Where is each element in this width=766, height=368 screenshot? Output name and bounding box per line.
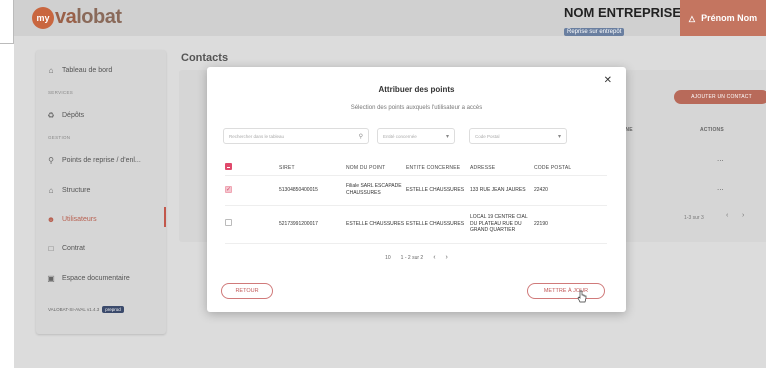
sidebar-item-label: Espace documentaire	[62, 275, 130, 282]
window-corner	[0, 0, 14, 44]
assign-points-modal: ✕ Attribuer des points Sélection des poi…	[207, 67, 626, 312]
user-icon: △	[688, 13, 696, 23]
cell-nom: Filiale SARL ESCAPADE CHAUSSURES	[346, 175, 406, 206]
home-icon: ⌂	[48, 66, 54, 75]
postal-code-select[interactable]: Code Postal ▾	[469, 128, 567, 144]
logo-text-a: va	[55, 6, 77, 28]
logo-text-b: lobat	[76, 6, 122, 28]
company-name: NOM ENTREPRISE	[564, 5, 682, 20]
logo-badge: my	[32, 6, 54, 29]
row-actions-button[interactable]: ...	[717, 183, 724, 192]
sidebar-item-label: Structure	[62, 187, 91, 194]
logo-text: valobat	[55, 6, 122, 29]
sidebar-item-points[interactable]: ⚲ Points de reprise / d'enl...	[46, 156, 141, 165]
select-all-checkbox[interactable]	[225, 163, 232, 171]
add-contact-button[interactable]: AJOUTER UN CONTACT	[674, 90, 766, 104]
active-indicator	[164, 207, 166, 227]
page-size-select[interactable]: 10	[385, 255, 391, 261]
chevron-down-icon: ▾	[557, 133, 561, 140]
location-pin-icon: ⚲	[48, 156, 54, 165]
row-checkbox[interactable]	[225, 219, 232, 227]
sidebar-section-gestion: GESTION	[48, 135, 71, 140]
row-checkbox[interactable]: ✓	[225, 186, 232, 194]
select-cell: ✓	[225, 175, 279, 206]
pager-prev-icon[interactable]: ‹	[726, 212, 728, 219]
app-frame: my valobat NOM ENTREPRISE Reprise sur en…	[14, 0, 766, 368]
sidebar-item-structure[interactable]: ⌂ Structure	[46, 186, 91, 195]
users-icon: ☻	[46, 215, 56, 224]
chevron-down-icon: ▾	[445, 133, 449, 140]
company-block: NOM ENTREPRISE Reprise sur entrepôt	[564, 5, 681, 38]
column-header-siret: SIRET	[279, 161, 346, 176]
pager-prev-icon[interactable]: ‹	[433, 254, 435, 261]
hand-cursor-icon	[577, 290, 587, 303]
cell-adresse: 133 RUE JEAN JAURES	[470, 175, 534, 206]
page-title: Contacts	[181, 52, 229, 64]
sidebar-item-dashboard[interactable]: ⌂ Tableau de bord	[46, 66, 113, 75]
sidebar: ⌂ Tableau de bord SERVICES ♻ Dépôts GEST…	[36, 50, 166, 334]
user-name: Prénom Nom	[701, 13, 758, 23]
app-logo[interactable]: my valobat	[32, 6, 122, 29]
modal-subtitle: Sélection des points auxquels l'utilisat…	[350, 105, 483, 111]
sidebar-item-label: Tableau de bord	[62, 67, 113, 74]
modal-title: Attribuer des points	[378, 85, 455, 94]
search-placeholder: Rechercher dans le tableau	[229, 133, 285, 139]
select-all-cell	[225, 161, 279, 176]
pager-range: 1 - 2 sur 2	[400, 254, 424, 261]
search-icon: ⚲	[358, 133, 363, 140]
sidebar-item-contract[interactable]: □ Contrat	[46, 244, 85, 253]
version-text: VALOBAT-SI-AVAL v1.4.3	[48, 307, 100, 312]
table-header-row: SIRET NOM DU POINT ENTITE CONCERNEE ADRE…	[225, 161, 607, 176]
table-row[interactable]: 52173991200017 ESTELLE CHAUSSURES ESTELL…	[225, 205, 607, 244]
sidebar-item-users[interactable]: ☻ Utilisateurs	[46, 215, 97, 224]
cell-entite: ESTELLE CHAUSSURES	[406, 175, 470, 206]
top-header: my valobat NOM ENTREPRISE Reprise sur en…	[14, 0, 766, 36]
env-badge: preprod	[102, 306, 124, 313]
contract-icon: □	[48, 244, 54, 253]
app-version: VALOBAT-SI-AVAL v1.4.3 preprod	[48, 306, 124, 313]
recycle-icon: ♻	[47, 111, 55, 120]
pager-next-icon[interactable]: ›	[742, 212, 744, 219]
column-header-cp: CODE POSTAL	[534, 161, 607, 176]
column-header-adresse: ADRESSE	[470, 161, 534, 176]
select-cell	[225, 205, 279, 244]
cell-siret: 51304850400015	[279, 175, 346, 206]
structure-icon: ⌂	[48, 186, 54, 195]
cell-adresse: LOCAL 19 CENTRE CIAL DU PLATEAU RUE DU G…	[470, 205, 534, 244]
entity-select[interactable]: Entité concernée ▾	[377, 128, 455, 144]
column-header-actions: ACTIONS	[700, 127, 724, 133]
user-menu-button[interactable]: △ Prénom Nom	[680, 0, 766, 36]
cell-cp: 22190	[534, 205, 607, 244]
sidebar-item-label: Contrat	[62, 245, 85, 252]
company-mode-badge: Reprise sur entrepôt	[564, 28, 625, 36]
column-header-entite: ENTITE CONCERNEE	[406, 161, 470, 176]
modal-pager: 10 1 - 2 sur 2 ‹ ›	[207, 254, 626, 261]
contacts-pager-text: 1-3 sur 3	[684, 215, 704, 221]
sidebar-item-depots[interactable]: ♻ Dépôts	[46, 111, 84, 120]
cell-nom: ESTELLE CHAUSSURES	[346, 205, 406, 244]
update-button[interactable]: METTRE À JOUR	[527, 283, 605, 299]
sidebar-item-documents[interactable]: ▣ Espace documentaire	[46, 274, 130, 283]
sidebar-item-label: Dépôts	[62, 112, 85, 119]
table-row[interactable]: ✓ 51304850400015 Filiale SARL ESCAPADE C…	[225, 175, 607, 206]
folder-icon: ▣	[47, 274, 55, 283]
sidebar-section-services: SERVICES	[48, 90, 74, 95]
row-actions-button[interactable]: ...	[717, 154, 724, 163]
sidebar-item-label: Points de reprise / d'enl...	[62, 157, 141, 164]
cell-siret: 52173991200017	[279, 205, 346, 244]
back-button[interactable]: RETOUR	[221, 283, 273, 299]
column-header-nom: NOM DU POINT	[346, 161, 406, 176]
postal-placeholder: Code Postal	[475, 133, 500, 139]
cell-cp: 22420	[534, 175, 607, 206]
cell-entite: ESTELLE CHAUSSURES	[406, 205, 470, 244]
search-input[interactable]: Rechercher dans le tableau ⚲	[223, 128, 369, 144]
pager-next-icon[interactable]: ›	[446, 254, 448, 261]
entity-placeholder: Entité concernée	[383, 133, 417, 139]
points-table: SIRET NOM DU POINT ENTITE CONCERNEE ADRE…	[225, 161, 607, 244]
sidebar-item-label: Utilisateurs	[62, 216, 97, 223]
